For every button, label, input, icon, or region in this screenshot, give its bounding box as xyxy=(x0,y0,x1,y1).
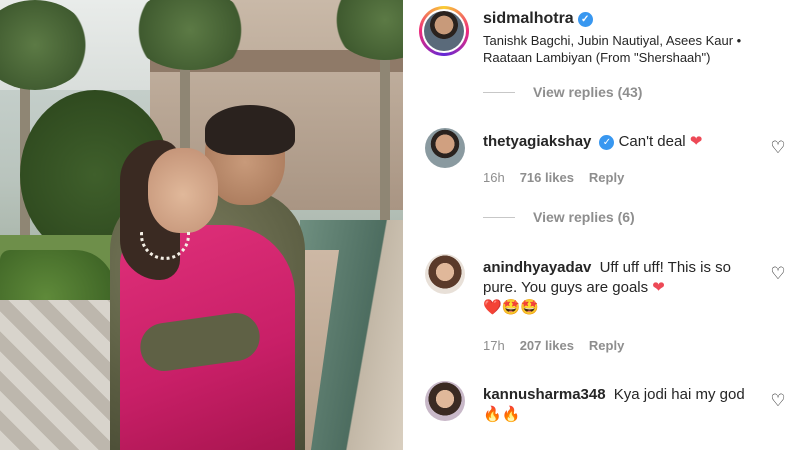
fire-emoji: 🔥🔥 xyxy=(483,406,521,423)
comment-time: 16h xyxy=(483,170,505,185)
comment-item: kannusharma348 Kya jodi hai my god 🔥🔥 ♡ xyxy=(425,381,790,450)
heart-emoji: ❤ xyxy=(689,133,703,150)
verified-badge-icon: ✓ xyxy=(577,12,593,27)
heart-outline-icon[interactable]: ♡ xyxy=(768,391,788,411)
comment-likes[interactable]: 716 likes xyxy=(520,170,574,185)
comments-panel: sidmalhotra ✓ Tanishk Bagchi, Jubin Nauti… xyxy=(403,0,800,450)
reply-button[interactable]: Reply xyxy=(589,338,624,353)
author-username[interactable]: sidmalhotra xyxy=(483,10,574,27)
heart-outline-icon[interactable]: ♡ xyxy=(768,138,788,158)
comment-item: thetyagiakshay ✓ Can't deal ❤ 16h 716 lik… xyxy=(425,128,790,190)
commenter-avatar[interactable] xyxy=(425,381,465,421)
view-replies-label: View replies (6) xyxy=(533,209,635,225)
commenter-avatar[interactable] xyxy=(425,254,465,294)
emoji-line: ❤️🤩🤩 xyxy=(483,299,540,316)
view-replies-button[interactable]: View replies (6) xyxy=(483,209,635,225)
commenter-username[interactable]: anindhyayadav xyxy=(483,259,591,276)
post-photo xyxy=(0,0,403,450)
commenter-avatar[interactable] xyxy=(425,128,465,168)
author-avatar[interactable] xyxy=(419,6,469,56)
view-replies-label: View replies (43) xyxy=(533,84,643,100)
verified-badge-icon: ✓ xyxy=(599,135,615,150)
song-attribution[interactable]: Tanishk Bagchi, Jubin Nautiyal, Asees Ka… xyxy=(483,32,783,66)
comment-item: anindhyayadav Uff uff uff! This is so pu… xyxy=(425,254,790,362)
view-replies-button[interactable]: View replies (43) xyxy=(483,84,642,100)
post-header: sidmalhotra ✓ Tanishk Bagchi, Jubin Nauti… xyxy=(419,6,789,66)
comment-likes[interactable]: 207 likes xyxy=(520,338,574,353)
heart-outline-icon[interactable]: ♡ xyxy=(768,264,788,284)
comment-text: Can't deal xyxy=(618,133,686,150)
heart-emoji: ❤ xyxy=(652,279,665,296)
commenter-username[interactable]: kannusharma348 xyxy=(483,386,606,403)
comment-text: Kya jodi hai my god xyxy=(613,386,745,403)
commenter-username[interactable]: thetyagiakshay xyxy=(483,133,591,150)
reply-button[interactable]: Reply xyxy=(589,170,624,185)
comment-time: 17h xyxy=(483,338,505,353)
